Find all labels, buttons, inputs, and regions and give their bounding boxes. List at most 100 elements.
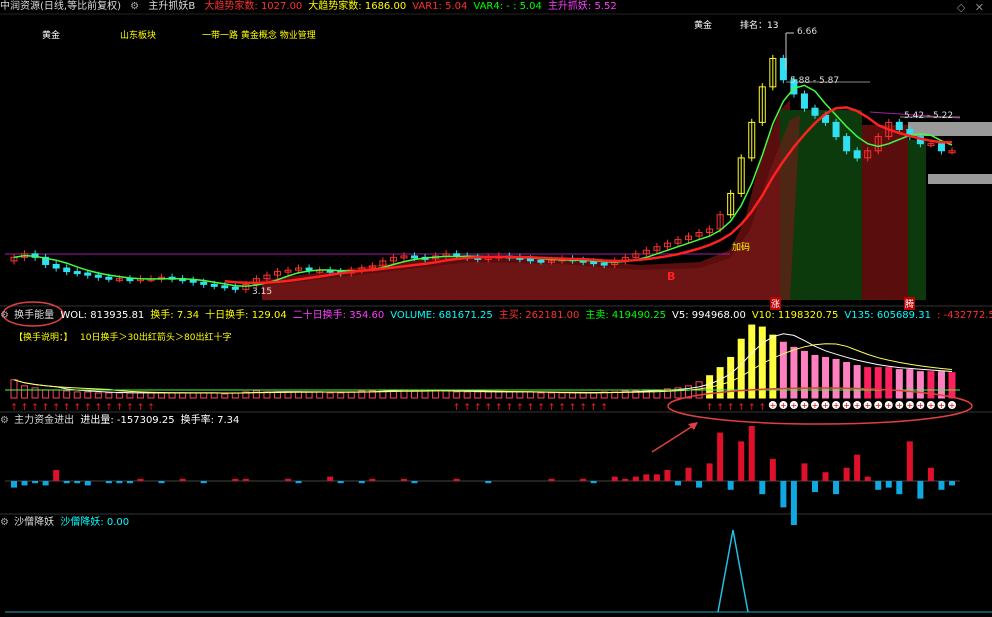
volume-indicator-name[interactable]: 换手能量: [14, 310, 54, 321]
capital-indicator-name[interactable]: 主力资金进出: [14, 415, 74, 426]
arrow-signal: ↑: [31, 403, 39, 413]
cross-glyph: +: [875, 401, 882, 410]
capital-bar: [158, 481, 165, 484]
volume-bar: [537, 392, 545, 399]
shaseng-value-0: 沙僧降妖: 0.00: [60, 517, 130, 528]
volume-bar: [874, 367, 882, 399]
volume-bar: [337, 392, 345, 399]
shaseng-indicator-values: 沙僧降妖: 0.00: [60, 517, 135, 528]
capital-bar: [242, 478, 249, 481]
candle-body: [210, 283, 218, 287]
gear-icon[interactable]: ⚙: [0, 415, 9, 426]
volume-bar: [316, 391, 324, 399]
volume-value-8: V10: 1198320.75: [751, 310, 839, 321]
capital-bar: [105, 481, 112, 484]
candle-body: [600, 262, 608, 266]
volume-bar: [295, 391, 303, 399]
candle-body: [305, 267, 313, 271]
volume-bar: [579, 392, 587, 399]
candle-body: [105, 276, 113, 280]
candle-body: [895, 121, 903, 130]
capital-bar: [906, 441, 913, 481]
capital-bar: [790, 481, 797, 525]
volume-value-0: WOL: 813935.81: [60, 310, 145, 321]
volume-bar: [484, 391, 492, 399]
gear-icon[interactable]: ⚙: [0, 310, 9, 321]
volume-bar: [716, 367, 724, 399]
candle-body: [453, 253, 461, 257]
arrow-signal: ↑: [10, 403, 18, 413]
capital-bar: [411, 481, 418, 484]
gear-icon[interactable]: ⚙: [0, 517, 9, 528]
volume-bar: [52, 389, 60, 399]
capital-bar: [696, 481, 703, 488]
arrow-signal: ↑: [42, 403, 50, 413]
arrow-signal: ↑: [748, 403, 756, 413]
arrow-signal: ↑: [548, 403, 556, 413]
candle-body: [189, 279, 197, 283]
arrow-signal: ↑: [484, 403, 492, 413]
volume-bar: [115, 392, 123, 399]
capital-bar: [337, 481, 344, 484]
price-level-1: 5.88 - 5.87: [790, 76, 840, 86]
candle-body: [126, 278, 134, 282]
arrow-signal: ↑: [21, 403, 29, 413]
candle-body: [800, 93, 808, 109]
arrow-signal: ↑: [147, 403, 155, 413]
volume-indicator-values: WOL: 813935.81 换手: 7.34 十日换手: 129.04 二十日换手:…: [60, 310, 992, 321]
arrow-signal: ↑: [737, 403, 745, 413]
capital-bar: [643, 474, 650, 481]
volume-bar: [432, 390, 440, 399]
candle-body: [73, 271, 81, 275]
volume-bar: [569, 392, 577, 399]
volume-bar: [853, 365, 861, 399]
capital-bar: [896, 481, 903, 495]
capital-bar: [285, 478, 292, 481]
volume-bar: [347, 391, 355, 399]
volume-bar: [84, 391, 92, 399]
highlight-ellipse-signals: [667, 387, 973, 425]
volume-bar: [326, 392, 334, 399]
volume-bar: [811, 354, 819, 399]
arrow-signal: ↑: [558, 403, 566, 413]
volume-bar: [548, 392, 556, 399]
volume-bar: [895, 369, 903, 399]
capital-bar: [622, 478, 629, 481]
arrow-signal: ↑: [600, 403, 608, 413]
cross-glyph: +: [843, 401, 850, 410]
volume-value-4: VOLUME: 681671.25: [390, 310, 493, 321]
arrow-signal: ↑: [506, 403, 514, 413]
volume-bar: [42, 389, 50, 399]
arrow-signal: ↑: [95, 403, 103, 413]
arrow-signal: ↑: [495, 403, 503, 413]
volume-bar: [158, 392, 166, 399]
capital-bar: [780, 481, 787, 508]
volume-note-rule2: ＞80出红十字: [175, 333, 232, 343]
volume-bar: [63, 390, 71, 399]
volume-bar: [864, 367, 872, 399]
capital-indicator-values: 进出量: -157309.25 换手率: 7.34: [80, 415, 245, 426]
candle-body: [526, 258, 534, 262]
volume-bar: [200, 392, 208, 399]
capital-bar: [63, 481, 70, 484]
cross-glyph: +: [812, 401, 819, 410]
volume-bar: [421, 390, 429, 399]
capital-bar: [727, 481, 734, 490]
capital-bar: [685, 467, 692, 481]
arrow-signal: ↑: [105, 403, 113, 413]
volume-bar: [94, 392, 102, 399]
arrow-signal: ↑: [569, 403, 577, 413]
volume-bar: [906, 369, 914, 399]
arrow-signal: ↑: [116, 403, 124, 413]
buy-signal-b: B: [667, 270, 676, 283]
candle-body: [853, 150, 861, 159]
capital-bar: [875, 481, 882, 490]
capital-bar: [126, 481, 133, 484]
candle-body: [94, 274, 102, 278]
shaseng-spike: [717, 529, 749, 613]
shaseng-indicator-name[interactable]: 沙僧降妖: [14, 517, 54, 528]
capital-bar: [53, 470, 60, 481]
candle-body: [779, 57, 787, 81]
capital-bar: [485, 481, 492, 484]
volume-bar: [31, 387, 39, 399]
